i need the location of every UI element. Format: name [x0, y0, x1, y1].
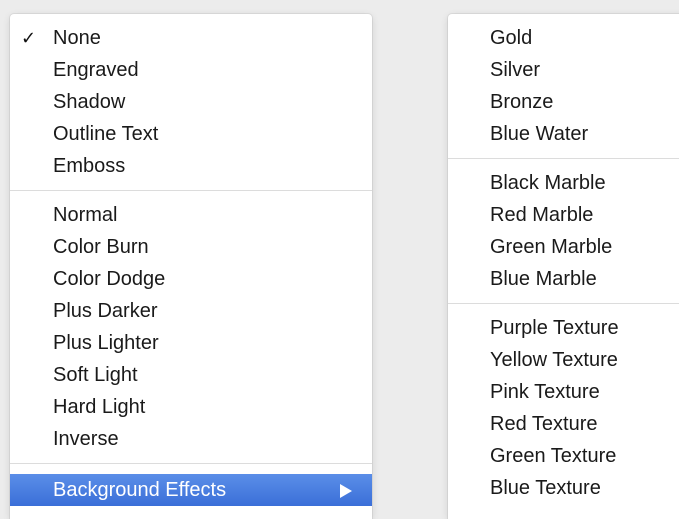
- menu-item-label: Red Marble: [490, 204, 594, 226]
- menu-item-label: Emboss: [53, 155, 126, 177]
- menu-item-blue-texture[interactable]: Blue Texture: [448, 472, 679, 504]
- menu-item-label: Color Dodge: [53, 268, 166, 290]
- menu-item-label: Hard Light: [53, 396, 146, 418]
- menu-item-label: Plus Lighter: [53, 332, 159, 354]
- menu-item-emboss[interactable]: Emboss: [10, 150, 372, 182]
- menu-item-color-burn[interactable]: Color Burn: [10, 231, 372, 263]
- text-style-group: ✓ None Engraved Shadow Outline Text Embo…: [10, 14, 372, 190]
- menu-item-purple-texture[interactable]: Purple Texture: [448, 312, 679, 344]
- menu-item-label: None: [53, 27, 101, 49]
- blend-mode-group: Normal Color Burn Color Dodge Plus Darke…: [10, 191, 372, 463]
- menu-item-label: Purple Texture: [490, 317, 619, 339]
- menu-item-label: Green Texture: [490, 445, 617, 467]
- menu-item-label: Normal: [53, 204, 118, 226]
- menu-item-blue-water[interactable]: Blue Water: [448, 118, 679, 150]
- menu-item-gold[interactable]: Gold: [448, 22, 679, 54]
- texture-group: Purple Texture Yellow Texture Pink Textu…: [448, 304, 679, 512]
- menu-item-pink-texture[interactable]: Pink Texture: [448, 376, 679, 408]
- menu-item-label: Outline Text: [53, 123, 159, 145]
- menu-item-engraved[interactable]: Engraved: [10, 54, 372, 86]
- menu-item-hard-light[interactable]: Hard Light: [10, 391, 372, 423]
- menu-item-label: Shadow: [53, 91, 126, 113]
- background-effects-submenu: Gold Silver Bronze Blue Water Black Marb…: [448, 14, 679, 519]
- menu-item-inverse[interactable]: Inverse: [10, 423, 372, 455]
- menu-item-label: Blue Water: [490, 123, 589, 145]
- menu-item-label: Background Effects: [53, 479, 227, 501]
- menu-item-label: Bronze: [490, 91, 554, 113]
- menu-item-silver[interactable]: Silver: [448, 54, 679, 86]
- marble-group: Black Marble Red Marble Green Marble Blu…: [448, 159, 679, 303]
- menu-item-plus-lighter[interactable]: Plus Lighter: [10, 327, 372, 359]
- menu-item-red-marble[interactable]: Red Marble: [448, 199, 679, 231]
- menu-item-none[interactable]: ✓ None: [10, 22, 372, 54]
- menu-item-label: Color Burn: [53, 236, 149, 258]
- menu-item-label: Pink Texture: [490, 381, 600, 403]
- menu-item-soft-light[interactable]: Soft Light: [10, 359, 372, 391]
- background-group: Background Effects: [10, 464, 372, 514]
- menu-item-label: Blue Marble: [490, 268, 597, 290]
- menu-item-outline-text[interactable]: Outline Text: [10, 118, 372, 150]
- menu-item-green-texture[interactable]: Green Texture: [448, 440, 679, 472]
- menu-item-shadow[interactable]: Shadow: [10, 86, 372, 118]
- menu-item-label: Inverse: [53, 428, 119, 450]
- submenu-arrow-icon: [340, 484, 352, 498]
- menu-item-label: Silver: [490, 59, 541, 81]
- menu-item-normal[interactable]: Normal: [10, 199, 372, 231]
- menu-item-red-texture[interactable]: Red Texture: [448, 408, 679, 440]
- menu-item-label: Plus Darker: [53, 300, 158, 322]
- menu-item-background-effects[interactable]: Background Effects: [10, 474, 372, 506]
- menu-item-label: Gold: [490, 27, 533, 49]
- menu-item-black-marble[interactable]: Black Marble: [448, 167, 679, 199]
- menu-item-bronze[interactable]: Bronze: [448, 86, 679, 118]
- menu-item-label: Soft Light: [53, 364, 138, 386]
- menu-item-label: Black Marble: [490, 172, 606, 194]
- menu-item-green-marble[interactable]: Green Marble: [448, 231, 679, 263]
- menu-item-label: Yellow Texture: [490, 349, 618, 371]
- text-effects-menu: ✓ None Engraved Shadow Outline Text Embo…: [10, 14, 372, 519]
- menu-item-label: Green Marble: [490, 236, 613, 258]
- menu-item-blue-marble[interactable]: Blue Marble: [448, 263, 679, 295]
- menu-item-label: Red Texture: [490, 413, 598, 435]
- menu-item-plus-darker[interactable]: Plus Darker: [10, 295, 372, 327]
- menu-item-label: Engraved: [53, 59, 139, 81]
- menu-item-label: Blue Texture: [490, 477, 601, 499]
- checkmark-icon: ✓: [21, 28, 37, 48]
- metal-group: Gold Silver Bronze Blue Water: [448, 14, 679, 158]
- menu-item-color-dodge[interactable]: Color Dodge: [10, 263, 372, 295]
- menu-item-yellow-texture[interactable]: Yellow Texture: [448, 344, 679, 376]
